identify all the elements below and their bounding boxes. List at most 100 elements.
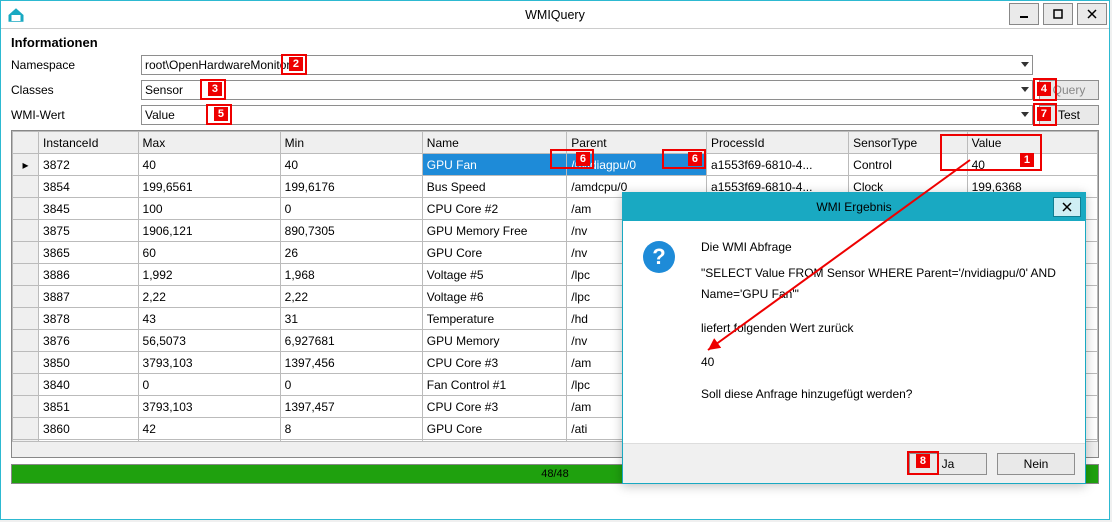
- row-header[interactable]: [13, 286, 39, 308]
- cell-min[interactable]: 1397,457: [280, 396, 422, 418]
- row-header[interactable]: ▸: [13, 154, 39, 176]
- test-button[interactable]: Test: [1039, 105, 1099, 125]
- col-header[interactable]: Max: [138, 132, 280, 154]
- dialog-question: Soll diese Anfrage hinzugefügt werden?: [701, 387, 1069, 401]
- cell-max[interactable]: 60: [138, 242, 280, 264]
- cell-instanceid[interactable]: 3845: [39, 198, 138, 220]
- cell-instanceid[interactable]: 3887: [39, 286, 138, 308]
- cell-name[interactable]: Temperature: [422, 308, 567, 330]
- yes-button[interactable]: Ja: [909, 453, 987, 475]
- cell-name[interactable]: Voltage #6: [422, 286, 567, 308]
- row-header[interactable]: [13, 396, 39, 418]
- cell-sensortype[interactable]: Control: [849, 154, 967, 176]
- cell-name[interactable]: Voltage #5: [422, 264, 567, 286]
- cell-processid[interactable]: a1553f69-6810-4...: [707, 154, 849, 176]
- cell-max[interactable]: 3793,103: [138, 396, 280, 418]
- cell-name[interactable]: CPU Core #2: [422, 198, 567, 220]
- cell-min[interactable]: 8: [280, 418, 422, 440]
- row-header[interactable]: [13, 198, 39, 220]
- label-namespace: Namespace: [11, 58, 141, 72]
- result-dialog: WMI Ergebnis ? Die WMI Abfrage "SELECT V…: [622, 192, 1086, 484]
- namespace-input[interactable]: [141, 55, 1033, 75]
- cell-min[interactable]: 6,927681: [280, 330, 422, 352]
- classes-input[interactable]: [141, 80, 1033, 100]
- cell-min[interactable]: 0: [280, 198, 422, 220]
- row-header[interactable]: [13, 308, 39, 330]
- cell-max[interactable]: 100: [138, 198, 280, 220]
- cell-instanceid[interactable]: 3854: [39, 176, 138, 198]
- row-header[interactable]: [13, 418, 39, 440]
- col-header[interactable]: Min: [280, 132, 422, 154]
- col-header[interactable]: InstanceId: [39, 132, 138, 154]
- cell-name[interactable]: Fan Control #1: [422, 374, 567, 396]
- cell-min[interactable]: 0: [280, 374, 422, 396]
- row-header[interactable]: [13, 176, 39, 198]
- row-header[interactable]: [13, 374, 39, 396]
- close-button[interactable]: [1077, 3, 1107, 25]
- cell-instanceid[interactable]: 3865: [39, 242, 138, 264]
- wmiwert-input[interactable]: [141, 105, 1033, 125]
- cell-instanceid[interactable]: 3851: [39, 396, 138, 418]
- cell-max[interactable]: 42: [138, 418, 280, 440]
- window-title: WMIQuery: [1, 8, 1109, 22]
- row-header[interactable]: [13, 220, 39, 242]
- col-header[interactable]: Parent: [567, 132, 707, 154]
- dialog-body: ? Die WMI Abfrage "SELECT Value FROM Sen…: [623, 221, 1085, 441]
- col-header[interactable]: SensorType: [849, 132, 967, 154]
- cell-name[interactable]: GPU Memory: [422, 330, 567, 352]
- minimize-button[interactable]: [1009, 3, 1039, 25]
- cell-max[interactable]: 43: [138, 308, 280, 330]
- cell-min[interactable]: 2,22: [280, 286, 422, 308]
- dialog-close-button[interactable]: [1053, 197, 1081, 217]
- question-icon: ?: [643, 241, 675, 273]
- cell-name[interactable]: CPU Core #3: [422, 396, 567, 418]
- cell-max[interactable]: 56,5073: [138, 330, 280, 352]
- cell-max[interactable]: 40: [138, 154, 280, 176]
- cell-instanceid[interactable]: 3878: [39, 308, 138, 330]
- row-header[interactable]: [13, 264, 39, 286]
- cell-name[interactable]: GPU Fan: [422, 154, 567, 176]
- classes-field-wrap: 3: [141, 80, 1033, 100]
- cell-min[interactable]: 1,968: [280, 264, 422, 286]
- cell-value[interactable]: 40: [967, 154, 1097, 176]
- cell-instanceid[interactable]: 3875: [39, 220, 138, 242]
- cell-instanceid[interactable]: 3872: [39, 154, 138, 176]
- cell-name[interactable]: CPU Core #3: [422, 352, 567, 374]
- dialog-titlebar: WMI Ergebnis: [623, 193, 1085, 221]
- cell-min[interactable]: 1397,456: [280, 352, 422, 374]
- cell-parent[interactable]: /nvidiagpu/0: [567, 154, 707, 176]
- cell-instanceid[interactable]: 3840: [39, 374, 138, 396]
- query-button[interactable]: Query: [1039, 80, 1099, 100]
- cell-instanceid[interactable]: 3850: [39, 352, 138, 374]
- cell-min[interactable]: 26: [280, 242, 422, 264]
- col-header[interactable]: ProcessId: [707, 132, 849, 154]
- cell-min[interactable]: 199,6176: [280, 176, 422, 198]
- cell-max[interactable]: 0: [138, 374, 280, 396]
- col-header[interactable]: Name: [422, 132, 567, 154]
- row-header[interactable]: [13, 352, 39, 374]
- dialog-buttons: Ja 8 Nein: [623, 443, 1085, 483]
- no-button[interactable]: Nein: [997, 453, 1075, 475]
- cell-min[interactable]: 31: [280, 308, 422, 330]
- col-header[interactable]: Value: [967, 132, 1097, 154]
- cell-min[interactable]: 40: [280, 154, 422, 176]
- cell-min[interactable]: 890,7305: [280, 220, 422, 242]
- cell-instanceid[interactable]: 3876: [39, 330, 138, 352]
- row-header[interactable]: [13, 330, 39, 352]
- section-title: Informationen: [11, 35, 1099, 50]
- cell-max[interactable]: 1906,121: [138, 220, 280, 242]
- cell-name[interactable]: GPU Core: [422, 418, 567, 440]
- cell-name[interactable]: Bus Speed: [422, 176, 567, 198]
- cell-instanceid[interactable]: 3886: [39, 264, 138, 286]
- table-row[interactable]: ▸38724040GPU Fan/nvidiagpu/0a1553f69-681…: [13, 154, 1098, 176]
- cell-max[interactable]: 3793,103: [138, 352, 280, 374]
- cell-instanceid[interactable]: 3860: [39, 418, 138, 440]
- maximize-button[interactable]: [1043, 3, 1073, 25]
- cell-max[interactable]: 199,6561: [138, 176, 280, 198]
- cell-name[interactable]: GPU Core: [422, 242, 567, 264]
- cell-max[interactable]: 2,22: [138, 286, 280, 308]
- cell-name[interactable]: GPU Memory Free: [422, 220, 567, 242]
- row-classes: Classes 3 Query 4: [11, 79, 1099, 101]
- row-header[interactable]: [13, 242, 39, 264]
- cell-max[interactable]: 1,992: [138, 264, 280, 286]
